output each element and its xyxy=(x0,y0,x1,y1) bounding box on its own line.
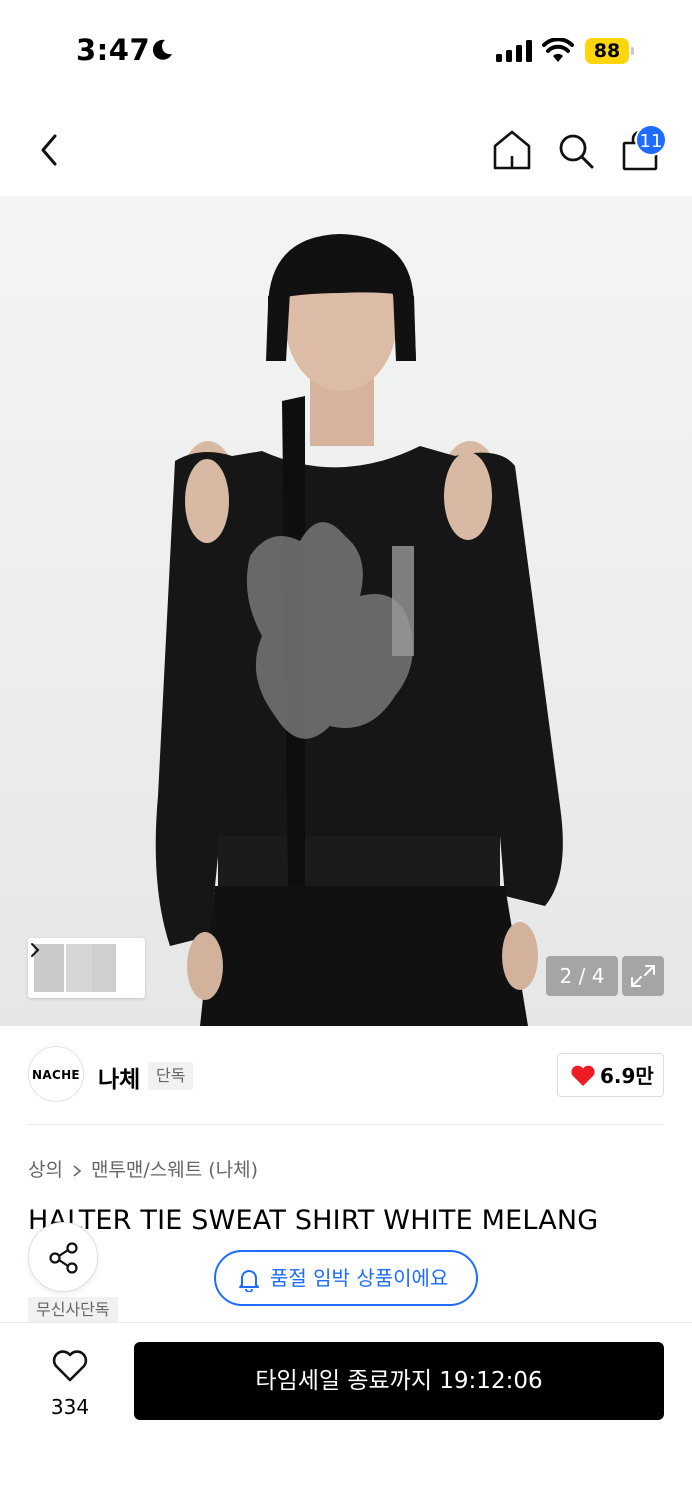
heart-icon xyxy=(571,1065,595,1086)
brand-logo[interactable]: NACHE xyxy=(28,1046,84,1102)
wishlist-count: 334 xyxy=(50,1395,90,1419)
product-photo xyxy=(155,234,563,1026)
brand-exclusive-badge: 단독 xyxy=(148,1062,194,1090)
brand-like-button[interactable]: 6.9만 xyxy=(557,1053,664,1097)
soldout-notice: 품절 임박 상품이에요 xyxy=(214,1250,478,1306)
breadcrumb: 상의 맨투맨/스웨트 (나체) xyxy=(28,1155,258,1182)
exclusive-badge: 무신사단독 xyxy=(28,1297,118,1323)
divider xyxy=(28,1124,664,1125)
wifi-icon xyxy=(542,38,574,62)
wishlist-button[interactable]: 334 xyxy=(30,1345,110,1425)
bell-icon xyxy=(239,1270,259,1292)
back-icon[interactable] xyxy=(34,130,64,170)
bottom-action-bar: 334 타임세일 종료까지 19:12:06 xyxy=(0,1322,692,1500)
expand-icon xyxy=(631,965,655,987)
signal-icon xyxy=(496,40,532,62)
breadcrumb-subcategory[interactable]: 맨투맨/스웨트 (나체) xyxy=(91,1159,258,1181)
thumbnail-strip[interactable] xyxy=(28,938,145,998)
status-time: 3:47 xyxy=(76,33,151,67)
battery-indicator: 88 xyxy=(585,38,635,64)
brand-like-count: 6.9만 xyxy=(600,1064,654,1088)
time-sale-button[interactable]: 타임세일 종료까지 19:12:06 xyxy=(134,1342,664,1420)
heart-icon xyxy=(52,1350,88,1382)
chevron-right-icon xyxy=(73,1164,82,1177)
expand-button[interactable] xyxy=(622,956,664,996)
thumbnail-3[interactable] xyxy=(92,944,116,992)
share-icon xyxy=(49,1242,78,1274)
product-title: HALTER TIE SWEAT SHIRT WHITE MELANG xyxy=(28,1205,599,1236)
breadcrumb-category[interactable]: 상의 xyxy=(28,1159,63,1181)
status-bar: 3:47 88 xyxy=(0,0,692,100)
soldout-text: 품절 임박 상품이에요 xyxy=(270,1266,449,1290)
search-icon[interactable] xyxy=(556,131,596,171)
app-header: 11 xyxy=(0,100,692,196)
image-counter: 2 / 4 xyxy=(546,956,618,996)
home-icon[interactable] xyxy=(492,129,532,171)
cart-badge: 11 xyxy=(635,124,667,156)
share-button[interactable] xyxy=(28,1222,98,1292)
battery-level: 88 xyxy=(593,40,621,62)
brand-name[interactable]: 나체 xyxy=(98,1060,140,1094)
product-image-gallery[interactable]: 2 / 4 xyxy=(0,196,692,1026)
chevron-right-icon[interactable] xyxy=(28,938,42,962)
moon-icon xyxy=(152,39,172,60)
